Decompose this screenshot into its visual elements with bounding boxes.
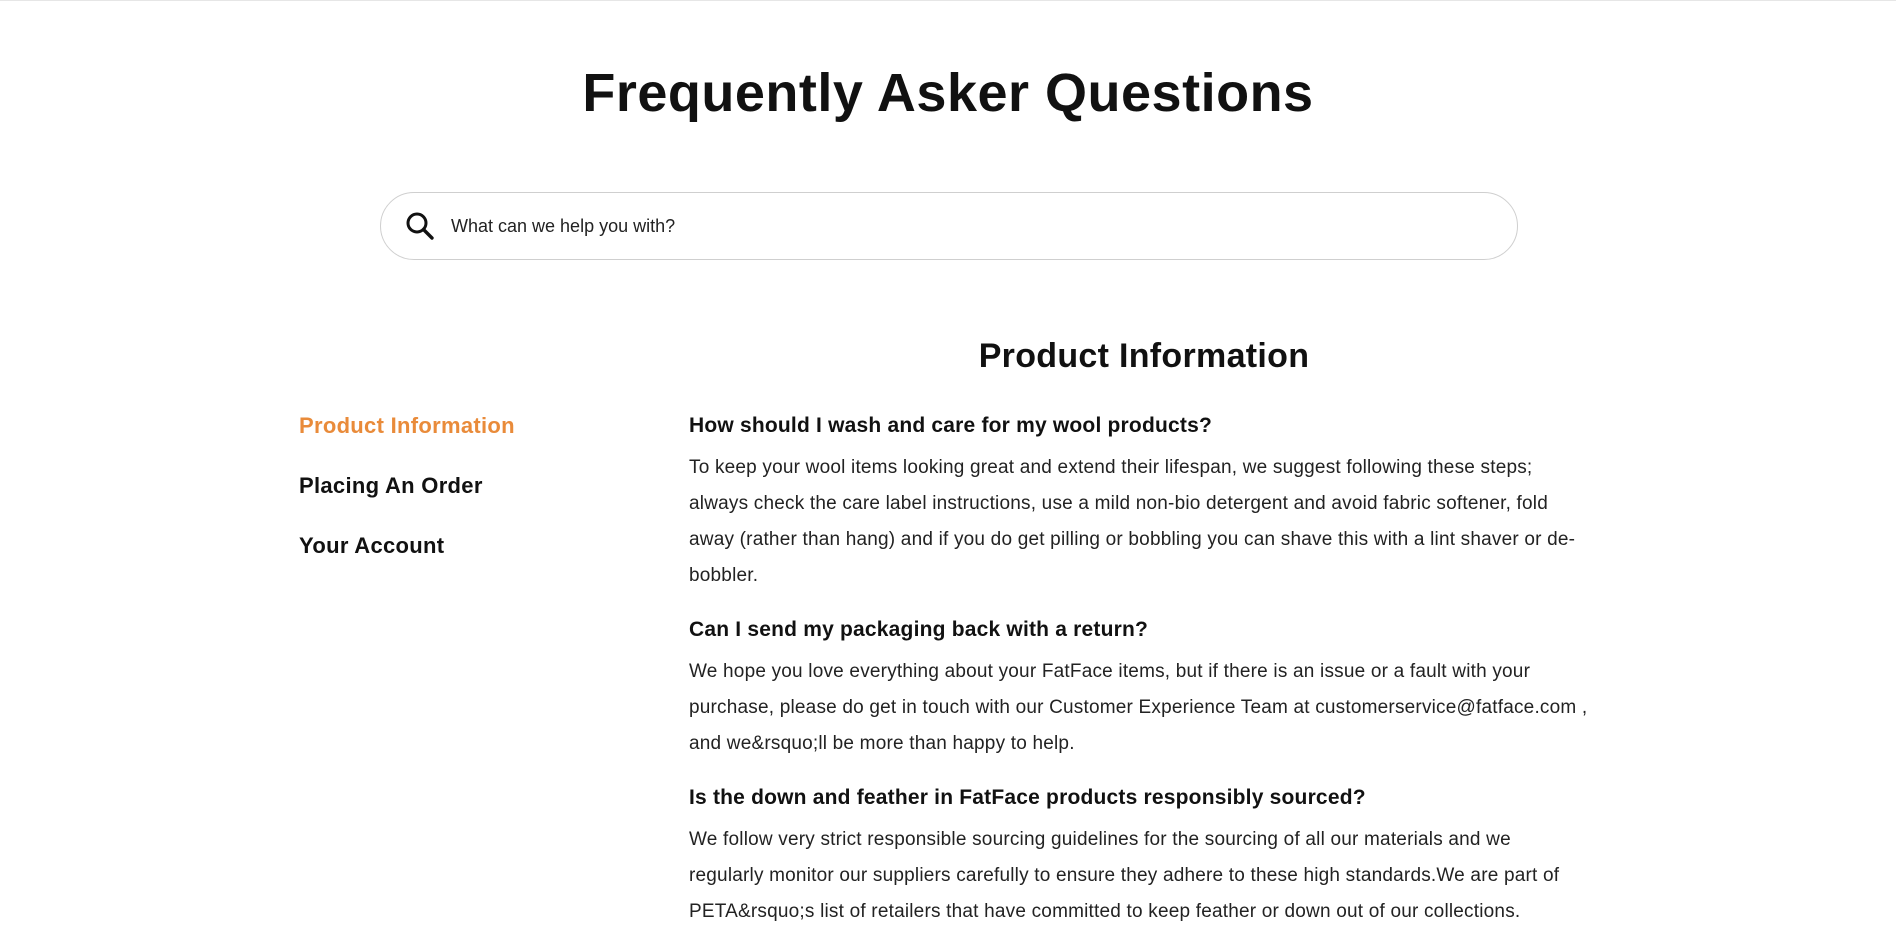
faq-question: Is the down and feather in FatFace produ… <box>689 786 1366 809</box>
faq-answer: We follow very strict responsible sourci… <box>689 829 1560 922</box>
faq-question: How should I wash and care for my wool p… <box>689 414 1212 437</box>
page-title: Frequently Asker Questions <box>582 63 1314 123</box>
faq-category-nav: Product Information Placing An Order You… <box>299 408 619 588</box>
section-title: Product Information <box>978 337 1310 375</box>
search-icon[interactable] <box>403 209 437 243</box>
sidebar-item-your-account[interactable]: Your Account <box>299 528 619 588</box>
top-divider <box>0 0 1896 1</box>
sidebar-item-placing-an-order[interactable]: Placing An Order <box>299 468 619 528</box>
faq-item: How should I wash and care for my wool p… <box>689 408 1589 594</box>
faq-list: How should I wash and care for my wool p… <box>689 408 1589 948</box>
faq-question: Can I send my packaging back with a retu… <box>689 618 1149 641</box>
faq-answer: To keep your wool items looking great an… <box>689 457 1576 586</box>
search-input[interactable] <box>449 205 1453 247</box>
faq-answer: We hope you love everything about your F… <box>689 661 1588 754</box>
faq-item: Is the down and feather in FatFace produ… <box>689 780 1589 930</box>
sidebar-item-product-information[interactable]: Product Information <box>299 408 619 468</box>
faq-item: Can I send my packaging back with a retu… <box>689 612 1589 762</box>
search-bar[interactable] <box>380 192 1518 260</box>
